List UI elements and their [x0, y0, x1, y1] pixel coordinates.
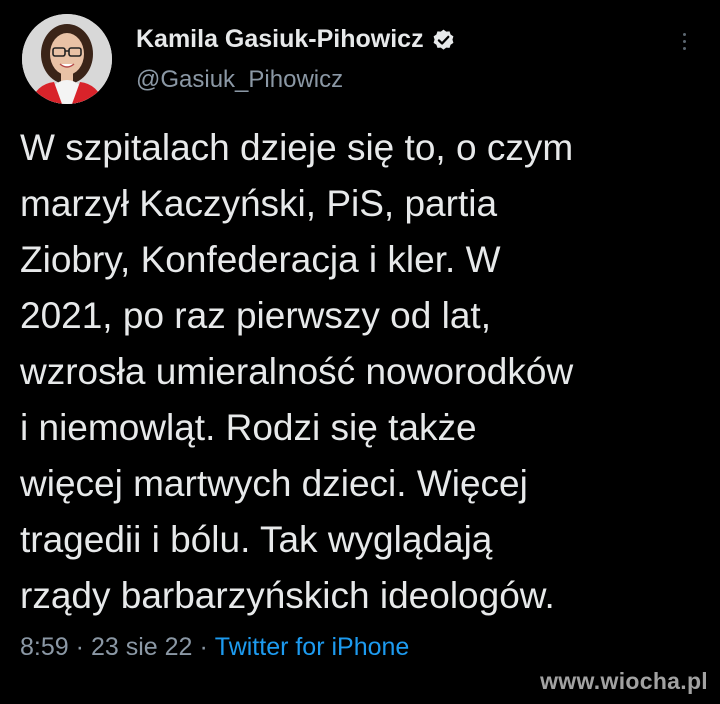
tweet-text-line: rządy barbarzyńskich ideologów. — [20, 575, 555, 616]
meta-separator: · — [199, 633, 208, 661]
avatar-photo — [22, 14, 112, 104]
tweet-text-line: i niemowląt. Rodzi się także — [20, 407, 477, 448]
tweet-text-line: wzrosła umieralność noworodków — [20, 351, 574, 392]
tweet-source-link[interactable]: Twitter for iPhone — [215, 633, 410, 661]
author-handle[interactable]: @Gasiuk_Pihowicz — [136, 66, 343, 94]
tweet-text-line: więcej martwych dzieci. Więcej — [20, 463, 528, 504]
tweet-text-line: marzył Kaczyński, PiS, partia — [20, 183, 498, 224]
more-options-icon[interactable] — [672, 26, 696, 56]
author-name-row[interactable]: Kamila Gasiuk-Pihowicz — [136, 22, 456, 56]
avatar[interactable] — [22, 14, 112, 104]
tweet-date[interactable]: 23 sie 22 — [91, 633, 192, 661]
watermark: www.wiocha.pl — [540, 668, 708, 694]
tweet: Kamila Gasiuk-Pihowicz @Gasiuk_Pihowicz … — [0, 0, 720, 704]
tweet-meta: 8:59 · 23 sie 22 · Twitter for iPhone — [20, 630, 409, 664]
verified-badge-icon — [431, 27, 456, 52]
tweet-text: W szpitalach dzieje się to, o czym marzy… — [20, 120, 710, 624]
tweet-text-line: W szpitalach dzieje się to, o czym — [20, 127, 574, 168]
tweet-text-line: 2021, po raz pierwszy od lat, — [20, 295, 491, 336]
tweet-time[interactable]: 8:59 — [20, 633, 69, 661]
tweet-text-line: tragedii i bólu. Tak wyglądają — [20, 519, 493, 560]
author-display-name[interactable]: Kamila Gasiuk-Pihowicz — [136, 25, 424, 54]
tweet-text-line: Ziobry, Konfederacja i kler. W — [20, 239, 501, 280]
meta-separator: · — [75, 633, 84, 661]
